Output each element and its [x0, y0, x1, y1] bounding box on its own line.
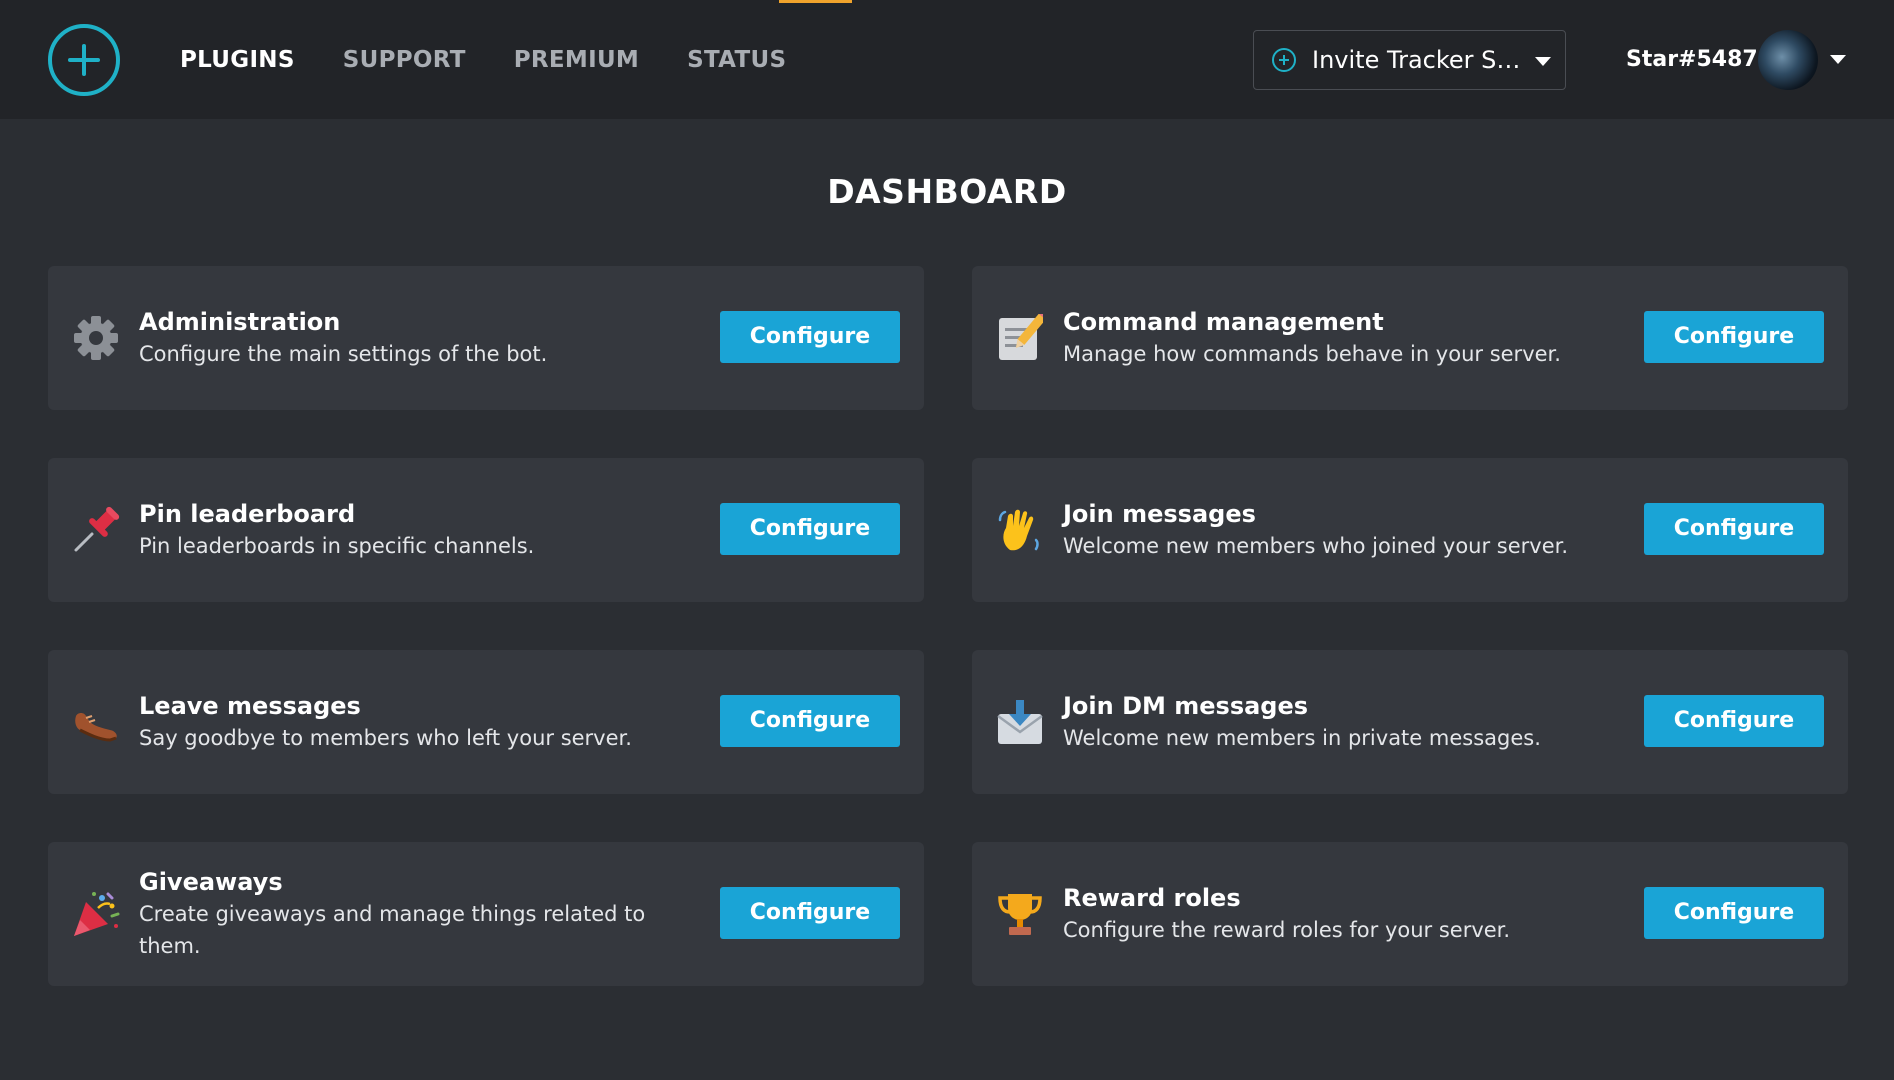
nav-plugins[interactable]: PLUGINS [180, 44, 295, 76]
plugin-card-join-dm-messages: Join DM messages Welcome new members in … [972, 650, 1848, 794]
nav-support[interactable]: SUPPORT [343, 44, 466, 76]
plugin-description: Welcome new members who joined your serv… [1063, 534, 1569, 558]
party-popper-icon [72, 890, 120, 938]
plugin-card-pin-leaderboard: Pin leaderboard Pin leaderboards in spec… [48, 458, 924, 602]
trophy-icon [996, 890, 1044, 938]
plugin-title: Reward roles [1063, 884, 1241, 912]
plugin-card-command-management: Command management Manage how commands b… [972, 266, 1848, 410]
plugin-title: Giveaways [139, 868, 283, 896]
main-nav: PLUGINS SUPPORT PREMIUM STATUS [180, 44, 786, 76]
configure-button[interactable]: Configure [1644, 503, 1824, 555]
plugin-card-leave-messages: Leave messages Say goodbye to members wh… [48, 650, 924, 794]
plugin-description: Configure the reward roles for your serv… [1063, 918, 1511, 942]
username: Star#5487 [1626, 47, 1758, 72]
top-navbar: PLUGINS SUPPORT PREMIUM STATUS Invite Tr… [0, 0, 1894, 119]
plugin-card-giveaways: Giveaways Create giveaways and manage th… [48, 842, 924, 986]
server-select-label: Invite Tracker Su... [1312, 46, 1527, 74]
plugin-description: Manage how commands behave in your serve… [1063, 342, 1561, 366]
memo-icon [996, 314, 1044, 362]
configure-button[interactable]: Configure [720, 311, 900, 363]
gear-icon [72, 314, 120, 362]
configure-button[interactable]: Configure [720, 695, 900, 747]
configure-button[interactable]: Configure [1644, 695, 1824, 747]
page-title: DASHBOARD [827, 172, 1067, 211]
plugin-title: Join DM messages [1063, 692, 1309, 720]
logo-plus-icon[interactable] [48, 24, 120, 96]
plugin-description: Pin leaderboards in specific channels. [139, 534, 535, 558]
configure-button[interactable]: Configure [1644, 887, 1824, 939]
plugin-title: Pin leaderboard [139, 500, 356, 528]
plugin-card-reward-roles: Reward roles Configure the reward roles … [972, 842, 1848, 986]
tab-indicator [779, 0, 852, 3]
plugin-title: Leave messages [139, 692, 361, 720]
configure-button[interactable]: Configure [1644, 311, 1824, 363]
plugin-title: Command management [1063, 308, 1384, 336]
nav-premium[interactable]: PREMIUM [514, 44, 639, 76]
plugin-description: Configure the main settings of the bot. [139, 342, 548, 366]
pushpin-icon [72, 506, 120, 554]
plus-circle-icon [1272, 48, 1296, 72]
plugin-description: Say goodbye to members who left your ser… [139, 726, 632, 750]
server-select-dropdown[interactable]: Invite Tracker Su... [1253, 30, 1566, 90]
configure-button[interactable]: Configure [720, 503, 900, 555]
chevron-down-icon [1535, 57, 1551, 66]
plugin-description: Welcome new members in private messages. [1063, 726, 1541, 750]
user-menu-chevron-down-icon[interactable] [1830, 55, 1846, 64]
shoe-icon [72, 698, 120, 746]
plugin-title: Administration [139, 308, 341, 336]
avatar[interactable] [1758, 30, 1818, 90]
inbox-envelope-icon [996, 698, 1044, 746]
configure-button[interactable]: Configure [720, 887, 900, 939]
nav-status[interactable]: STATUS [687, 44, 786, 76]
plugin-card-administration: Administration Configure the main settin… [48, 266, 924, 410]
waving-hand-icon [996, 506, 1044, 554]
plugin-description: Create giveaways and manage things relat… [139, 902, 646, 958]
plugin-title: Join messages [1063, 500, 1256, 528]
plugin-card-join-messages: Join messages Welcome new members who jo… [972, 458, 1848, 602]
